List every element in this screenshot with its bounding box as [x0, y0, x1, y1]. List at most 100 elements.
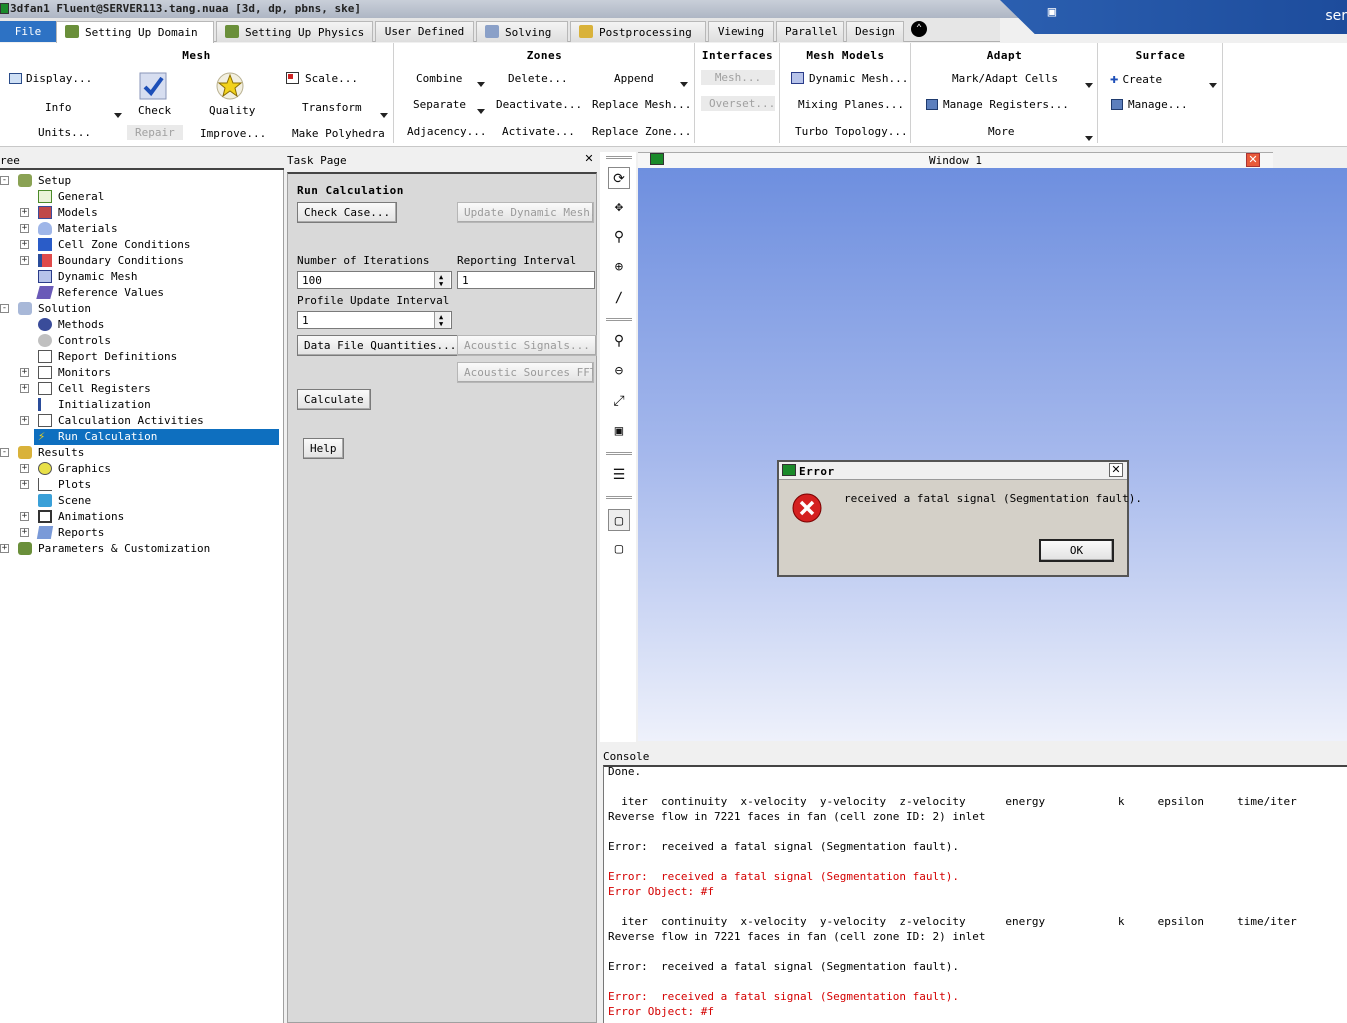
view-iso-icon[interactable]: ▢ — [608, 538, 630, 560]
tree-item-results[interactable]: - Results — [0, 445, 280, 461]
help-button[interactable]: Help — [303, 438, 344, 459]
ok-button[interactable]: OK — [1039, 539, 1114, 562]
tree-item-reports[interactable]: + Reports — [0, 525, 280, 541]
create-dropdown-icon[interactable] — [1209, 83, 1217, 88]
scale-button[interactable]: Scale... — [286, 72, 358, 85]
delete-button[interactable]: Delete... — [508, 72, 568, 85]
tab-file[interactable]: File — [0, 21, 56, 42]
tree-item-methods[interactable]: Methods — [0, 317, 280, 333]
collapse-ribbon-icon[interactable]: ⌃ — [911, 21, 927, 37]
zoom-icon[interactable]: ⚲ — [608, 226, 630, 248]
tree-item-setup[interactable]: - Setup — [0, 173, 280, 189]
expand-icon[interactable]: + — [20, 512, 29, 521]
manage-surface-button[interactable]: Manage... — [1111, 98, 1188, 111]
expand-icon[interactable]: + — [20, 480, 29, 489]
reporting-interval-input[interactable]: 1 — [457, 271, 595, 289]
replace-zone-button[interactable]: Replace Zone... — [592, 125, 691, 138]
dialog-close-icon[interactable]: ✕ — [1109, 463, 1123, 477]
display-button[interactable]: Display... — [9, 72, 92, 85]
transform-dropdown-icon[interactable] — [380, 113, 388, 118]
append-dropdown-icon[interactable] — [680, 82, 688, 87]
tree-item-materials[interactable]: + Materials — [0, 221, 280, 237]
update-dynamic-mesh-button[interactable]: Update Dynamic Mesh... — [457, 202, 594, 223]
graphics-viewport[interactable] — [638, 168, 1347, 741]
tree-item-cell-registers[interactable]: + Cell Registers — [0, 381, 280, 397]
profile-update-input[interactable]: 1 — [297, 311, 452, 329]
check-case-button[interactable]: Check Case... — [297, 202, 398, 223]
tree-item-parameters-customization[interactable]: + Parameters & Customization — [0, 541, 280, 557]
pin-icon[interactable]: ▣ — [1040, 4, 1064, 24]
rotate-icon[interactable]: ⟳ — [608, 167, 630, 189]
collapse-icon[interactable]: - — [0, 176, 9, 185]
more-button[interactable]: More — [988, 125, 1015, 138]
improve-button[interactable]: Improve... — [200, 127, 266, 140]
tree-item-cell-zone-conditions[interactable]: + Cell Zone Conditions — [0, 237, 280, 253]
append-button[interactable]: Append — [614, 72, 654, 85]
tree-item-solution[interactable]: - Solution — [0, 301, 280, 317]
collapse-icon[interactable]: - — [0, 304, 9, 313]
separate-button[interactable]: Separate — [413, 98, 466, 111]
console[interactable]: Done. iter continuity x-velocity y-veloc… — [603, 765, 1347, 1023]
tree-item-calculation-activities[interactable]: + Calculation Activities — [0, 413, 280, 429]
expand-icon[interactable]: + — [20, 464, 29, 473]
replace-mesh-button[interactable]: Replace Mesh... — [592, 98, 691, 111]
tree-item-controls[interactable]: Controls — [0, 333, 280, 349]
tree-item-graphics[interactable]: + Graphics — [0, 461, 280, 477]
tab-design[interactable]: Design — [846, 21, 904, 42]
dynamic-mesh-button[interactable]: Dynamic Mesh... — [791, 72, 908, 85]
expand-icon[interactable]: + — [20, 368, 29, 377]
overset-button[interactable]: Overset... — [701, 96, 775, 111]
deactivate-button[interactable]: Deactivate... — [496, 98, 582, 111]
info-button[interactable]: Info — [45, 101, 72, 114]
tree-item-reference-values[interactable]: Reference Values — [0, 285, 280, 301]
lighting-icon[interactable]: ☰ — [608, 464, 630, 486]
combine-dropdown-icon[interactable] — [477, 82, 485, 87]
tree-item-plots[interactable]: + Plots — [0, 477, 280, 493]
tree-item-boundary-conditions[interactable]: + Boundary Conditions — [0, 253, 280, 269]
tab-parallel[interactable]: Parallel — [776, 21, 844, 42]
make-polyhedra-button[interactable]: Make Polyhedra — [292, 127, 385, 140]
more-dropdown-icon[interactable] — [1085, 136, 1093, 141]
activate-button[interactable]: Activate... — [502, 125, 575, 138]
mark-adapt-cells-button[interactable]: Mark/Adapt Cells — [952, 72, 1058, 85]
acoustic-signals-button[interactable]: Acoustic Signals... — [457, 335, 597, 356]
transform-button[interactable]: Transform — [302, 101, 362, 114]
expand-icon[interactable]: + — [20, 256, 29, 265]
tree-item-initialization[interactable]: Initialization — [0, 397, 280, 413]
adjacency-button[interactable]: Adjacency... — [407, 125, 486, 138]
tab-solving[interactable]: Solving — [476, 21, 568, 42]
units-button[interactable]: Units... — [38, 126, 91, 139]
data-file-quantities-button[interactable]: Data File Quantities... — [297, 335, 464, 356]
expand-icon[interactable]: + — [20, 208, 29, 217]
probe-icon[interactable]: ∕ — [608, 287, 630, 309]
expand-icon[interactable]: + — [20, 240, 29, 249]
interfaces-mesh-button[interactable]: Mesh... — [701, 70, 775, 85]
close-window-icon[interactable]: ✕ — [1246, 153, 1260, 167]
create-surface-button[interactable]: ✚ Create — [1110, 71, 1162, 87]
tree-item-dynamic-mesh[interactable]: Dynamic Mesh — [0, 269, 280, 285]
pan-icon[interactable]: ✥ — [608, 196, 630, 218]
expand-icon[interactable]: + — [20, 416, 29, 425]
info-dropdown-icon[interactable] — [114, 113, 122, 118]
mark-adapt-dropdown-icon[interactable] — [1085, 83, 1093, 88]
turbo-topology-button[interactable]: Turbo Topology... — [795, 125, 908, 138]
camera-icon[interactable]: ▣ — [608, 420, 630, 442]
mixing-planes-button[interactable]: Mixing Planes... — [798, 98, 904, 111]
separate-dropdown-icon[interactable] — [477, 109, 485, 114]
fit-to-window-icon[interactable]: ⚲ — [608, 330, 630, 352]
view-cube-icon[interactable]: ▢ — [608, 509, 630, 531]
collapse-icon[interactable]: - — [0, 448, 9, 457]
tab-viewing[interactable]: Viewing — [708, 21, 774, 42]
tree-item-report-definitions[interactable]: Report Definitions — [0, 349, 280, 365]
tab-user-defined[interactable]: User Defined — [375, 21, 474, 42]
axes-icon[interactable]: ⤢ — [608, 390, 630, 412]
tab-setting-up-physics[interactable]: Setting Up Physics — [216, 21, 373, 42]
tree-item-monitors[interactable]: + Monitors — [0, 365, 280, 381]
repair-button[interactable]: Repair — [127, 125, 183, 140]
expand-icon[interactable]: + — [20, 224, 29, 233]
expand-icon[interactable]: + — [20, 384, 29, 393]
combine-button[interactable]: Combine — [416, 72, 462, 85]
acoustic-sources-fft-button[interactable]: Acoustic Sources FFT... — [457, 362, 594, 383]
tree-item-models[interactable]: + Models — [0, 205, 280, 221]
zoom-in-icon[interactable]: ⊕ — [608, 256, 630, 278]
